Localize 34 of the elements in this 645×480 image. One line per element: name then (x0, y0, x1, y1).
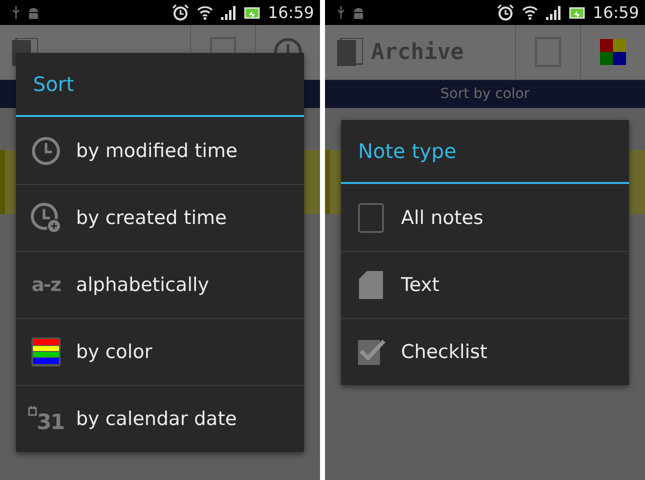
menu-option[interactable]: 31 by calendar date (16, 385, 304, 452)
page-icon (359, 271, 383, 299)
clock-icon (31, 136, 61, 166)
checklist-icon (356, 337, 386, 367)
signal-icon (220, 6, 236, 20)
robot-icon (28, 6, 39, 18)
status-time: 16:59 (268, 3, 314, 22)
wifi-icon (522, 5, 538, 20)
battery-icon (244, 6, 260, 18)
menu-option[interactable]: by color (16, 318, 304, 385)
menu-option[interactable]: by created time (16, 184, 304, 251)
status-time: 16:59 (592, 3, 639, 22)
robot-icon (353, 6, 364, 18)
usb-icon (337, 6, 345, 19)
menu-option[interactable]: by modified time (16, 117, 304, 184)
color-grid-icon[interactable] (600, 39, 626, 65)
menu-option[interactable]: a-z alphabetically (16, 251, 304, 318)
archive-icon (337, 38, 363, 66)
empty-square-icon (358, 202, 384, 232)
battery-icon (568, 6, 585, 18)
menu-option[interactable]: Text (341, 251, 629, 318)
signal-icon (546, 6, 561, 20)
alarm-clock-icon (172, 4, 189, 21)
dialog-title: Sort (33, 72, 74, 96)
dialog-title: Note type (358, 139, 456, 163)
alarm-clock-icon (496, 4, 514, 21)
wifi-icon (196, 5, 213, 20)
menu-option[interactable]: Checklist (341, 318, 629, 385)
clock-plus-icon (30, 202, 62, 234)
letters-icon: a-z (32, 274, 60, 296)
color-stripes-icon (31, 337, 61, 367)
usb-icon (12, 6, 20, 19)
menu-option[interactable]: All notes (341, 184, 629, 251)
sort-label: Sort by color (440, 86, 530, 102)
